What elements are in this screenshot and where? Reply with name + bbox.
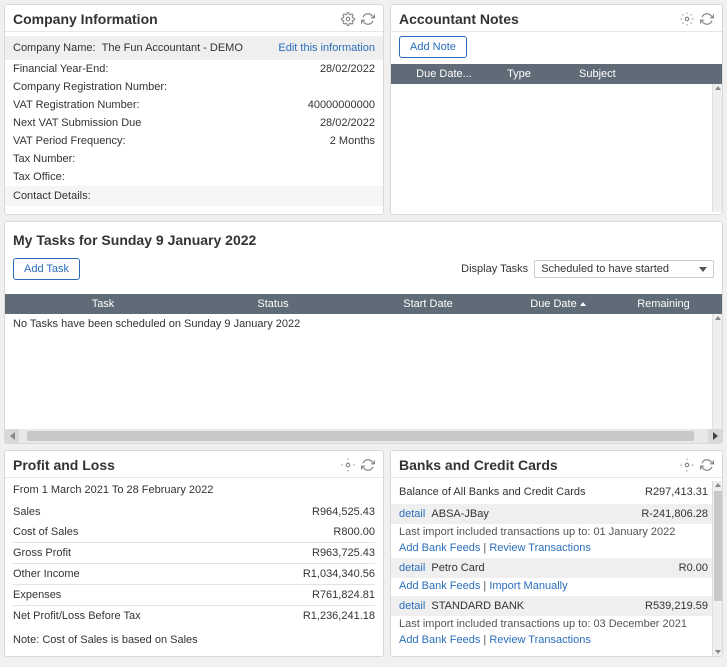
- bank-name: STANDARD BANK: [431, 600, 524, 612]
- refresh-icon[interactable]: [361, 458, 375, 472]
- tasks-col-startdate[interactable]: Start Date: [353, 298, 503, 310]
- bank-last-import: Last import included transactions up to:…: [399, 524, 708, 540]
- add-bank-feeds-link[interactable]: Add Bank Feeds: [399, 580, 480, 592]
- pl-other-label: Other Income: [13, 568, 80, 580]
- bank-row: detail Petro Card R0.00: [391, 558, 716, 578]
- edit-company-link[interactable]: Edit this information: [278, 42, 375, 54]
- chevron-down-icon: [699, 267, 707, 272]
- add-bank-feeds-link[interactable]: Add Bank Feeds: [399, 634, 480, 646]
- bank-name: Petro Card: [431, 562, 484, 574]
- pl-cos-label: Cost of Sales: [13, 526, 78, 538]
- pl-title: Profit and Loss: [13, 457, 115, 473]
- accountant-notes-title: Accountant Notes: [399, 11, 519, 27]
- tasks-empty-message: No Tasks have been scheduled on Sunday 9…: [13, 318, 300, 330]
- refresh-icon[interactable]: [361, 12, 375, 26]
- pl-sales-value: R964,525.43: [312, 506, 375, 518]
- vertical-scrollbar[interactable]: [712, 481, 722, 656]
- bank-last-import: Last import included transactions up to:…: [399, 616, 708, 632]
- bank-row: detail ABSA-JBay R-241,806.28: [391, 504, 716, 524]
- tax-num-label: Tax Number:: [13, 153, 75, 165]
- bank-balance: R0.00: [679, 562, 708, 574]
- pl-gross-value: R963,725.43: [312, 547, 375, 559]
- bank-row: detail STANDARD BANK R539,219.59: [391, 596, 716, 616]
- banks-title: Banks and Credit Cards: [399, 457, 558, 473]
- pl-net-value: R1,236,241.18: [303, 610, 375, 622]
- refresh-icon[interactable]: [700, 458, 714, 472]
- fy-end-value: 28/02/2022: [320, 63, 375, 75]
- pl-note: Note: Cost of Sales is based on Sales: [13, 626, 375, 646]
- banks-balance-value: R297,413.31: [645, 486, 708, 498]
- horizontal-scrollbar[interactable]: [5, 429, 722, 443]
- bank-detail-link[interactable]: detail: [399, 508, 425, 520]
- add-note-button[interactable]: Add Note: [399, 36, 467, 58]
- vat-freq-label: VAT Period Frequency:: [13, 135, 126, 147]
- pl-exp-label: Expenses: [13, 589, 61, 601]
- pl-net-label: Net Profit/Loss Before Tax: [13, 610, 141, 622]
- add-bank-feeds-link[interactable]: Add Bank Feeds: [399, 542, 480, 554]
- pl-period: From 1 March 2021 To 28 February 2022: [13, 482, 375, 502]
- vertical-scrollbar[interactable]: [712, 314, 722, 429]
- tasks-title: My Tasks for Sunday 9 January 2022: [13, 232, 714, 248]
- gear-icon[interactable]: [680, 12, 694, 26]
- pl-exp-value: R761,824.81: [312, 589, 375, 601]
- reg-num-label: Company Registration Number:: [13, 81, 167, 93]
- gear-icon[interactable]: [341, 458, 355, 472]
- review-transactions-link[interactable]: Review Transactions: [489, 542, 591, 554]
- pl-other-value: R1,034,340.56: [303, 568, 375, 580]
- contact-details-label: Contact Details:: [13, 190, 91, 202]
- next-vat-label: Next VAT Submission Due: [13, 117, 141, 129]
- tasks-col-task[interactable]: Task: [13, 298, 193, 310]
- company-info-title: Company Information: [13, 11, 158, 27]
- next-vat-value: 28/02/2022: [320, 117, 375, 129]
- bank-detail-link[interactable]: detail: [399, 562, 425, 574]
- vat-freq-value: 2 Months: [330, 135, 375, 147]
- tax-office-label: Tax Office:: [13, 171, 65, 183]
- tasks-col-status[interactable]: Status: [193, 298, 353, 310]
- import-manually-link[interactable]: Import Manually: [489, 580, 567, 592]
- bank-name: ABSA-JBay: [431, 508, 488, 520]
- notes-col-duedate[interactable]: Due Date...: [399, 68, 489, 80]
- banks-balance-label: Balance of All Banks and Credit Cards: [399, 486, 586, 498]
- fy-end-label: Financial Year-End:: [13, 63, 108, 75]
- bank-balance: R-241,806.28: [641, 508, 708, 520]
- vat-reg-label: VAT Registration Number:: [13, 99, 140, 111]
- display-tasks-label: Display Tasks: [461, 263, 528, 275]
- refresh-icon[interactable]: [700, 12, 714, 26]
- vat-reg-value: 40000000000: [308, 99, 375, 111]
- add-task-button[interactable]: Add Task: [13, 258, 80, 280]
- review-transactions-link[interactable]: Review Transactions: [489, 634, 591, 646]
- notes-col-type[interactable]: Type: [489, 68, 549, 80]
- notes-col-subject[interactable]: Subject: [549, 68, 714, 80]
- display-tasks-select[interactable]: Scheduled to have started: [534, 260, 714, 278]
- gear-icon[interactable]: [341, 12, 355, 26]
- bank-balance: R539,219.59: [645, 600, 708, 612]
- tasks-col-duedate[interactable]: Due Date: [503, 298, 613, 310]
- tasks-col-remaining[interactable]: Remaining: [613, 298, 714, 310]
- pl-sales-label: Sales: [13, 506, 41, 518]
- pl-cos-value: R800.00: [333, 526, 375, 538]
- vertical-scrollbar[interactable]: [712, 84, 722, 212]
- sort-asc-icon: [580, 302, 586, 306]
- company-name: Company Name: The Fun Accountant - DEMO: [13, 42, 243, 54]
- bank-detail-link[interactable]: detail: [399, 600, 425, 612]
- gear-icon[interactable]: [680, 458, 694, 472]
- pl-gross-label: Gross Profit: [13, 547, 71, 559]
